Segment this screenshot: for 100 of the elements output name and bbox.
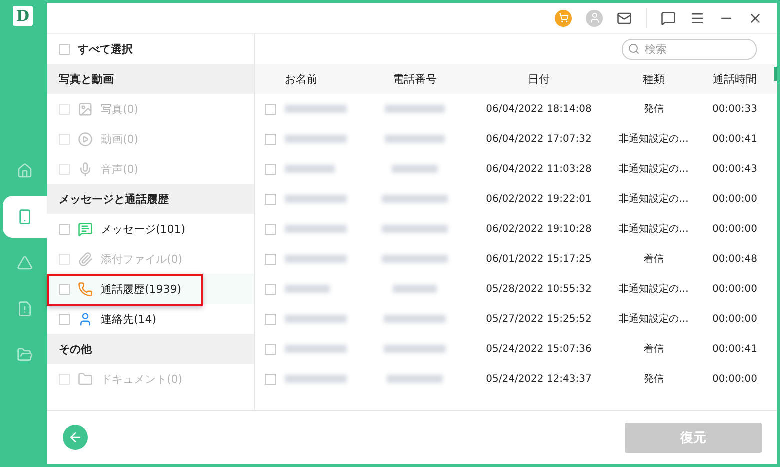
checkbox[interactable]	[59, 284, 70, 294]
user-icon[interactable]	[586, 10, 603, 26]
date-cell-text: 05/28/2022 10:55:32	[485, 284, 593, 294]
blurred-number	[392, 165, 438, 173]
blurred-name	[285, 375, 347, 383]
back-button[interactable]	[63, 425, 88, 450]
date-cell-text: 06/04/2022 17:07:32	[485, 134, 593, 144]
checkbox[interactable]	[59, 314, 70, 324]
type-cell-text: 着信	[643, 252, 665, 266]
checkbox[interactable]	[265, 254, 276, 264]
blurred-number	[385, 105, 445, 113]
blurred-name	[285, 225, 347, 233]
date-cell-text: 06/04/2022 18:14:08	[485, 104, 593, 114]
checkbox[interactable]	[265, 284, 276, 294]
type-cell-text: 発信	[643, 103, 665, 116]
folder-icon	[17, 347, 33, 363]
mail-icon[interactable]	[617, 10, 632, 26]
date-cell-text: 06/02/2022 19:10:28	[485, 224, 593, 234]
duration-cell-text: 00:00:48	[712, 254, 758, 264]
blurred-name	[285, 165, 335, 173]
type-cell-text: 非通知設定の...	[618, 222, 690, 236]
blurred-name	[285, 255, 347, 263]
blurred-number	[393, 285, 437, 293]
checkbox[interactable]	[265, 224, 276, 234]
checkbox[interactable]	[265, 344, 276, 354]
blurred-number	[387, 375, 443, 383]
date-cell-text: 05/24/2022 12:43:37	[485, 374, 593, 384]
type-cell-text: 非通知設定の...	[618, 312, 690, 326]
date-cell-text: 06/01/2022 15:17:25	[485, 254, 593, 264]
person-icon	[78, 312, 93, 326]
checkbox[interactable]	[59, 224, 70, 234]
blurred-name	[285, 315, 347, 323]
type-cell-text: 非通知設定の...	[618, 162, 690, 176]
date-cell-text: 05/24/2022 15:07:36	[485, 344, 593, 354]
column-header: 電話番号	[392, 72, 438, 86]
blurred-name	[285, 105, 347, 113]
search-field[interactable]: 検索	[622, 38, 757, 60]
app-logo: D	[13, 6, 33, 26]
blurred-number	[384, 345, 446, 353]
checkbox[interactable]	[265, 314, 276, 324]
section-header: メッセージと通話履歴	[47, 184, 254, 214]
category-item[interactable]: 連絡先(14)	[101, 312, 157, 326]
type-cell-text: 非通知設定の...	[618, 192, 690, 206]
duration-cell-text: 00:00:00	[712, 224, 758, 234]
type-cell-text: 発信	[643, 373, 665, 386]
phone-alert-icon	[17, 301, 33, 317]
blurred-number	[382, 225, 448, 233]
scrollbar-thumb[interactable]	[774, 67, 777, 81]
duration-cell-text: 00:00:00	[712, 374, 758, 384]
duration-cell-text: 00:00:41	[712, 134, 758, 144]
column-header: 通話時間	[712, 72, 758, 86]
type-cell-text: 着信	[643, 342, 665, 356]
select-all-label: すべて選択	[78, 42, 133, 56]
paperclip-icon	[78, 252, 93, 266]
checkbox[interactable]	[265, 134, 276, 144]
column-header: お名前	[285, 72, 319, 86]
type-cell-text: 非通知設定の...	[618, 132, 690, 146]
microphone-icon	[78, 162, 93, 176]
checkbox[interactable]	[265, 374, 276, 384]
checkbox[interactable]	[59, 44, 70, 54]
column-header: 種類	[642, 72, 666, 86]
blurred-name	[285, 195, 347, 203]
checkbox[interactable]	[265, 164, 276, 174]
nav-tab[interactable]	[3, 196, 47, 238]
date-cell-text: 05/27/2022 15:25:52	[485, 314, 593, 324]
category-item[interactable]: メッセージ(101)	[101, 222, 186, 236]
search-icon	[628, 42, 640, 54]
phone-icon	[17, 209, 33, 225]
phone-icon	[78, 282, 93, 296]
duration-cell-text: 00:00:43	[712, 164, 758, 174]
date-cell-text: 06/02/2022 19:22:01	[485, 194, 593, 204]
blurred-number	[382, 255, 448, 263]
column-header: 日付	[527, 72, 551, 86]
cart-icon[interactable]	[555, 10, 572, 26]
category-item[interactable]: 通話履歴(1939)	[101, 282, 182, 296]
chat-icon[interactable]	[661, 10, 676, 26]
checkbox[interactable]	[265, 104, 276, 114]
image-icon	[78, 102, 93, 116]
menu-icon[interactable]	[690, 10, 705, 26]
duration-cell-text: 00:00:00	[712, 314, 758, 324]
date-cell-text: 06/04/2022 11:03:28	[485, 164, 593, 174]
duration-cell-text: 00:00:00	[712, 194, 758, 204]
blurred-name	[285, 345, 347, 353]
blurred-number	[385, 135, 445, 143]
chat-bubble-icon	[78, 222, 93, 236]
section-header: 写真と動画	[47, 64, 254, 94]
blurred-name	[285, 135, 347, 143]
home-icon	[17, 163, 33, 179]
duration-cell-text: 00:00:00	[712, 284, 758, 294]
folder-icon	[78, 372, 93, 386]
type-cell-text: 非通知設定の...	[618, 282, 690, 296]
section-header: その他	[47, 334, 254, 364]
play-icon	[78, 132, 93, 146]
blurred-number	[382, 195, 448, 203]
blurred-name	[285, 285, 330, 293]
blurred-number	[384, 315, 446, 323]
duration-cell-text: 00:00:41	[712, 344, 758, 354]
triangle-icon	[17, 255, 33, 271]
duration-cell-text: 00:00:33	[712, 104, 758, 114]
checkbox[interactable]	[265, 194, 276, 204]
